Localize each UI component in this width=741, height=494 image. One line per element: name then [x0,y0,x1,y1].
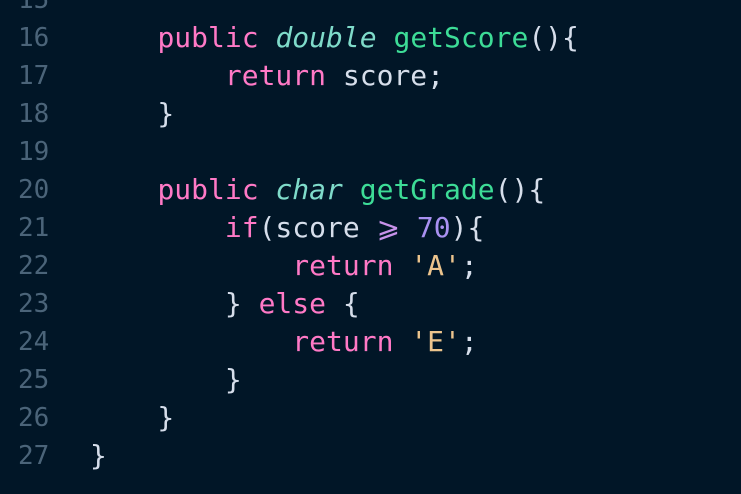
line-number: 26 [18,403,50,433]
code-line[interactable]: 16 public double getScore(){ [0,19,741,57]
code-token: 'E' [410,325,461,358]
line-code: } [90,399,174,437]
code-token: (){ [494,173,546,206]
line-code: } [90,361,242,399]
code-line[interactable]: 25 } [0,361,741,399]
code-token: else [258,287,327,320]
line-code: public double getScore(){ [90,19,579,57]
code-token: } [90,287,259,320]
code-editor[interactable]: 15 16 public double getScore(){17 return … [0,0,741,494]
code-line[interactable]: 17 return score; [0,57,741,95]
line-number: 17 [18,61,50,91]
line-number: 21 [18,213,50,243]
code-token: } [90,97,175,130]
line-code: public char getGrade(){ [90,171,545,209]
code-line[interactable]: 20 public char getGrade(){ [0,171,741,209]
code-token: getGrade [359,173,495,206]
line-number: 22 [18,251,50,281]
code-token: 'A' [410,249,461,282]
line-code: return 'A'; [90,247,478,285]
code-line[interactable]: 15 [0,0,741,19]
code-token: { [326,287,360,320]
code-line[interactable]: 26 } [0,399,741,437]
code-token: 70 [416,211,451,244]
code-token: (score [258,211,377,244]
code-token: return [292,325,394,358]
line-code: return 'E'; [90,323,478,361]
line-number: 19 [18,137,50,167]
code-token: } [90,401,175,434]
line-code: } [90,437,107,475]
line-code: return score; [90,57,444,95]
code-line[interactable]: 19 [0,133,741,171]
code-line[interactable]: 18 } [0,95,741,133]
code-token: } [90,439,107,472]
line-number: 27 [18,441,50,471]
code-token: ; [460,249,478,282]
code-token: public [157,173,259,206]
code-line[interactable]: 27} [0,437,741,475]
code-token: ; [460,325,478,358]
code-token: } [90,363,242,396]
line-number: 24 [18,327,50,357]
line-code: if(score ⩾ 70){ [90,209,485,247]
code-line[interactable]: 24 return 'E'; [0,323,741,361]
code-token: return [292,249,394,282]
line-number: 23 [18,289,50,319]
code-line[interactable]: 21 if(score ⩾ 70){ [0,209,741,247]
line-number: 25 [18,365,50,395]
code-token: if [224,211,259,244]
line-code: } [90,95,174,133]
code-line[interactable]: 22 return 'A'; [0,247,741,285]
line-number: 20 [18,175,50,205]
line-number: 16 [18,23,50,53]
line-code: } else { [90,285,360,323]
code-token: return [224,59,327,92]
line-number: 18 [18,99,50,129]
code-token: ⩾ [376,211,401,244]
code-token: score; [326,59,445,92]
code-token: ){ [450,211,485,244]
code-token: getScore [393,21,529,54]
line-number: 15 [18,0,50,15]
code-token: public [157,21,259,54]
code-token: (){ [528,21,579,54]
code-token: double [275,21,377,54]
code-line[interactable]: 23 } else { [0,285,741,323]
code-token: char [275,173,343,206]
